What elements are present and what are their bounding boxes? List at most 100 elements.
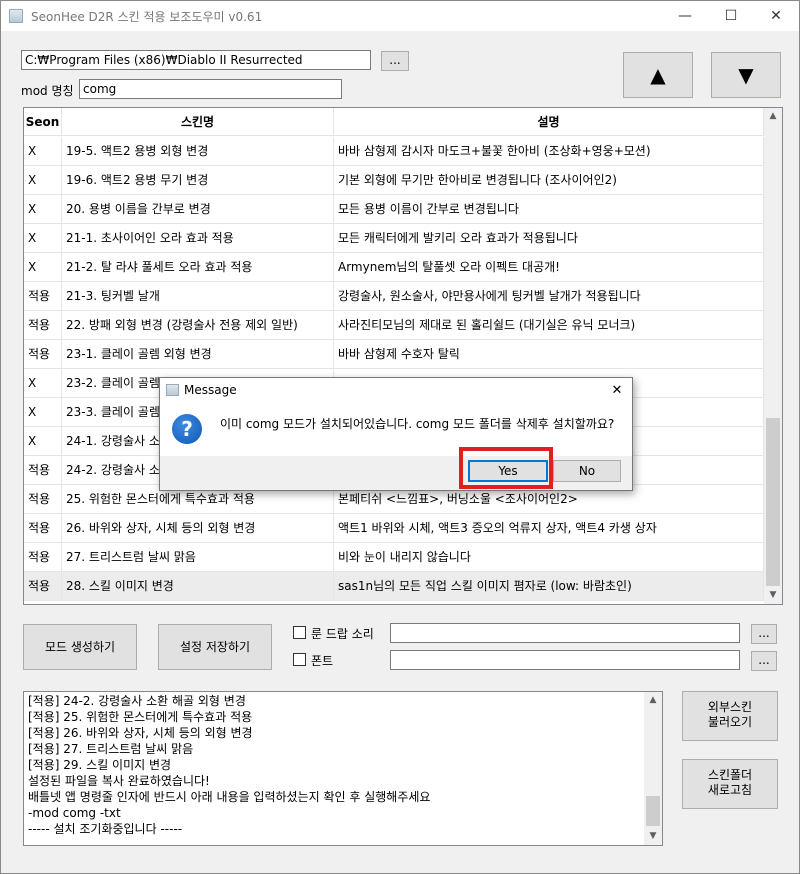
scroll-down-arrow-icon[interactable]: ▼	[764, 587, 782, 604]
row-seon-cell: 적용	[24, 543, 62, 572]
dialog-title: Message	[184, 383, 237, 397]
minimize-button[interactable]: —	[662, 1, 708, 31]
save-settings-button[interactable]: 설정 저장하기	[158, 624, 272, 670]
font-browse-button[interactable]: ...	[751, 651, 777, 671]
mod-name-label: mod 명칭	[21, 84, 74, 98]
log-line: ----- 설치 조기화중입니다 -----	[28, 822, 183, 836]
row-description-cell: 액트1 바위와 시체, 액트3 증오의 억류지 상자, 액트4 카생 상자	[334, 514, 764, 543]
row-seon-cell: 적용	[24, 514, 62, 543]
question-icon: ?	[172, 414, 202, 444]
log-line: [적용] 25. 위험한 몬스터에게 특수효과 적용	[28, 710, 253, 724]
dialog-close-button[interactable]: ✕	[602, 378, 632, 404]
row-seon-cell: X	[24, 224, 62, 253]
path-browse-button[interactable]: ...	[381, 51, 409, 71]
row-skin-name-cell: 21-3. 팅커벨 날개	[62, 282, 334, 311]
row-skin-name-cell: 28. 스킬 이미지 변경	[62, 572, 334, 601]
table-row[interactable]: X 21-1. 초사이어인 오라 효과 적용 모든 캐릭터에게 발키리 오라 효과가…	[24, 224, 764, 253]
window-title: SeonHee D2R 스킨 적용 보조도우미 v0.61	[31, 10, 263, 24]
skin-table[interactable]: Seon 스킨명 설명 X 19-5. 액트2 용병 외형 변경 바바 삼형제 감시…	[23, 107, 783, 605]
refresh-skin-folder-label-line1: 스킨폴더	[707, 768, 753, 782]
rune-drop-sound-checkbox[interactable]	[293, 626, 306, 639]
row-skin-name-cell: 21-1. 초사이어인 오라 효과 적용	[62, 224, 334, 253]
log-scroll-thumb[interactable]	[646, 796, 660, 826]
maximize-button[interactable]: ☐	[708, 1, 754, 31]
row-description-cell: Armynem님의 탈풀셋 오라 이펙트 대공개!	[334, 253, 764, 282]
scroll-thumb[interactable]	[766, 418, 780, 586]
rune-drop-sound-path-input[interactable]	[390, 623, 740, 643]
table-row[interactable]: 적용 28. 스킬 이미지 변경 sas1n님의 모든 직업 스킬 이미지 폄자로 …	[24, 572, 764, 601]
row-seon-cell: X	[24, 369, 62, 398]
rune-drop-sound-browse-button[interactable]: ...	[751, 624, 777, 644]
font-path-input[interactable]	[390, 650, 740, 670]
dialog-app-icon	[166, 384, 179, 396]
font-label: 폰트	[311, 654, 334, 668]
table-row[interactable]: 적용 22. 방패 외형 변경 (강령술사 전용 제외 일반) 사라진티모님의 제대…	[24, 311, 764, 340]
log-line: [적용] 24-2. 강령술사 소환 해골 외형 변경	[28, 694, 246, 708]
table-row[interactable]: X 20. 용병 이름을 간부로 변경 모든 용병 이름이 간부로 변경됩니다	[24, 195, 764, 224]
row-description-cell: 모든 캐릭터에게 발키리 오라 효과가 적용됩니다	[334, 224, 764, 253]
row-seon-cell: X	[24, 398, 62, 427]
create-mod-button[interactable]: 모드 생성하기	[23, 624, 137, 670]
column-header-skin-name[interactable]: 스킨명	[62, 108, 334, 136]
row-description-cell: 모든 용병 이름이 간부로 변경됩니다	[334, 195, 764, 224]
row-seon-cell: 적용	[24, 340, 62, 369]
move-up-button[interactable]: ▲	[623, 52, 693, 98]
mod-name-input[interactable]: comg	[79, 79, 342, 99]
row-skin-name-cell: 20. 용병 이름을 간부로 변경	[62, 195, 334, 224]
row-description-cell: 강령술사, 원소술사, 야만용사에게 팅커벨 날개가 적용됩니다	[334, 282, 764, 311]
load-external-skin-button[interactable]: 외부스킨 불러오기	[682, 691, 778, 741]
row-seon-cell: 적용	[24, 311, 62, 340]
rune-drop-sound-label: 룬 드랍 소리	[311, 627, 374, 641]
row-skin-name-cell: 19-6. 액트2 용병 무기 변경	[62, 166, 334, 195]
move-down-button[interactable]: ▼	[711, 52, 781, 98]
log-scroll-down-icon[interactable]: ▼	[644, 828, 662, 845]
table-row[interactable]: 적용 21-3. 팅커벨 날개 강령술사, 원소술사, 야만용사에게 팅커벨 날개가…	[24, 282, 764, 311]
dialog-title-bar: Message ✕	[160, 378, 632, 404]
log-scroll-up-icon[interactable]: ▲	[644, 692, 662, 709]
game-path-input[interactable]: C:₩Program Files (x86)₩Diablo II Resurre…	[21, 50, 371, 70]
table-row[interactable]: X 19-6. 액트2 용병 무기 변경 기본 외형에 무기만 한아비로 변경됩니다…	[24, 166, 764, 195]
load-external-skin-label-line2: 불러오기	[707, 715, 753, 729]
close-button[interactable]: ✕	[753, 1, 799, 31]
row-seon-cell: 적용	[24, 485, 62, 514]
table-header: Seon 스킨명 설명	[24, 108, 764, 136]
row-skin-name-cell: 27. 트리스트럼 날씨 맑음	[62, 543, 334, 572]
row-seon-cell: X	[24, 166, 62, 195]
row-seon-cell: 적용	[24, 456, 62, 485]
log-scrollbar[interactable]: ▲ ▼	[644, 692, 662, 845]
row-seon-cell: X	[24, 253, 62, 282]
row-description-cell: sas1n님의 모든 직업 스킬 이미지 폄자로 (low: 바람초인)	[334, 572, 764, 601]
table-row[interactable]: X 19-5. 액트2 용병 외형 변경 바바 삼형제 감시자 마도크+불꽃 한아비…	[24, 137, 764, 166]
column-header-seon[interactable]: Seon	[24, 108, 62, 136]
log-line: 설정된 파일을 복사 완료하였습니다!	[28, 774, 210, 788]
row-seon-cell: X	[24, 137, 62, 166]
load-external-skin-label-line1: 외부스킨	[707, 700, 753, 714]
table-row[interactable]: 적용 26. 바위와 상자, 시체 등의 외형 변경 액트1 바위와 시체, 액트3…	[24, 514, 764, 543]
title-bar: SeonHee D2R 스킨 적용 보조도우미 v0.61 — ☐ ✕	[1, 1, 799, 31]
table-row[interactable]: 적용 23-1. 클레이 골렘 외형 변경 바바 삼형제 수호자 탈릭	[24, 340, 764, 369]
row-skin-name-cell: 19-5. 액트2 용병 외형 변경	[62, 137, 334, 166]
column-header-description[interactable]: 설명	[334, 108, 764, 136]
log-line: [적용] 26. 바위와 상자, 시체 등의 외형 변경	[28, 726, 253, 740]
scroll-up-arrow-icon[interactable]: ▲	[764, 108, 782, 125]
table-row[interactable]: 적용 27. 트리스트럼 날씨 맑음 비와 눈이 내리지 않습니다	[24, 543, 764, 572]
log-line: [적용] 27. 트리스트럼 날씨 맑음	[28, 742, 194, 756]
yes-button-highlight	[459, 447, 553, 489]
app-window: SeonHee D2R 스킨 적용 보조도우미 v0.61 — ☐ ✕ C:₩P…	[0, 0, 800, 874]
dialog-no-button[interactable]: No	[553, 460, 621, 482]
row-seon-cell: X	[24, 427, 62, 456]
refresh-skin-folder-button[interactable]: 스킨폴더 새로고침	[682, 759, 778, 809]
row-skin-name-cell: 21-2. 탈 라샤 풀세트 오라 효과 적용	[62, 253, 334, 282]
log-line: -mod comg -txt	[28, 806, 121, 820]
refresh-skin-folder-label-line2: 새로고침	[707, 783, 753, 797]
log-line: 배틀넷 앱 명령줄 인자에 반드시 아래 내용을 입력하셨는지 확인 후 실행해…	[28, 790, 431, 804]
log-line: [적용] 29. 스킬 이미지 변경	[28, 758, 172, 772]
row-description-cell: 기본 외형에 무기만 한아비로 변경됩니다 (조사이어인2)	[334, 166, 764, 195]
table-scrollbar[interactable]: ▲ ▼	[764, 108, 782, 604]
table-row[interactable]: X 21-2. 탈 라샤 풀세트 오라 효과 적용 Armynem님의 탈풀셋 오라…	[24, 253, 764, 282]
log-textarea[interactable]: [적용] 24-2. 강령술사 소환 해골 외형 변경 [적용] 25. 위험한 …	[23, 691, 663, 846]
row-skin-name-cell: 26. 바위와 상자, 시체 등의 외형 변경	[62, 514, 334, 543]
row-skin-name-cell: 22. 방패 외형 변경 (강령술사 전용 제외 일반)	[62, 311, 334, 340]
row-description-cell: 바바 삼형제 감시자 마도크+불꽃 한아비 (조상화+영웅+모션)	[334, 137, 764, 166]
font-checkbox[interactable]	[293, 653, 306, 666]
